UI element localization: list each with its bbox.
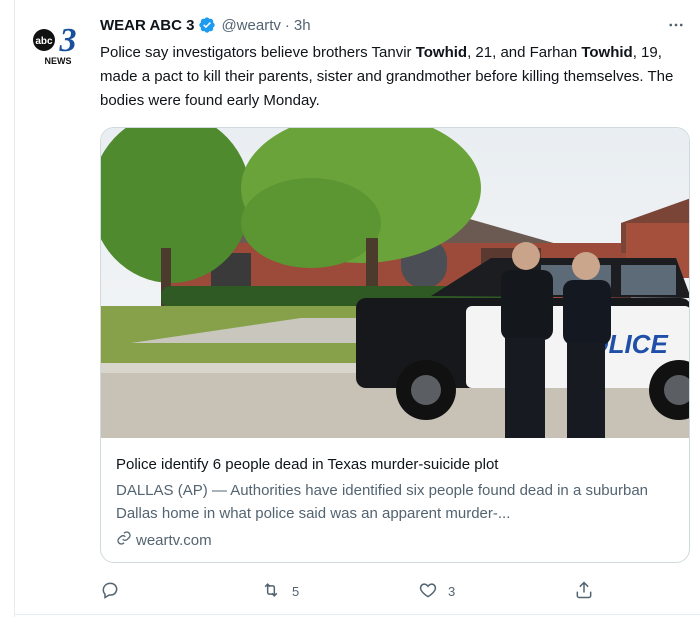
retweet-button[interactable]: 5 bbox=[260, 580, 299, 603]
svg-text:3: 3 bbox=[59, 22, 77, 59]
card-description: DALLAS (AP) — Authorities have identifie… bbox=[116, 482, 649, 522]
more-icon[interactable] bbox=[664, 13, 688, 37]
author-name[interactable]: WEAR ABC 3 bbox=[100, 17, 194, 34]
like-icon bbox=[418, 580, 438, 603]
author-handle[interactable]: @weartv bbox=[221, 17, 280, 34]
tweet-text: Police say investigators believe brother… bbox=[100, 41, 690, 113]
tweet-text-part: , 21, and Farhan bbox=[467, 44, 582, 61]
like-count: 3 bbox=[448, 584, 456, 599]
link-preview-card[interactable]: POLICE Police identify 6 people dead in … bbox=[100, 127, 690, 563]
card-title[interactable]: Police identify 6 people dead in Texas m… bbox=[116, 456, 498, 473]
card-domain-text: weartv.com bbox=[136, 531, 212, 549]
tweet-text-highlight: Towhid bbox=[581, 44, 633, 61]
tweet-header: WEAR ABC 3 @weartv · 3h bbox=[100, 13, 688, 37]
retweet-count: 5 bbox=[292, 584, 300, 599]
author-avatar[interactable]: abc 3 NEWS bbox=[30, 14, 86, 70]
card-image[interactable]: POLICE bbox=[101, 128, 689, 438]
svg-text:abc: abc bbox=[35, 36, 53, 47]
tweet-timestamp[interactable]: 3h bbox=[294, 17, 311, 34]
timeline-left-border bbox=[14, 0, 15, 617]
retweet-icon bbox=[260, 580, 282, 603]
header-separator: · bbox=[284, 16, 290, 34]
tweet-bottom-border bbox=[14, 614, 700, 615]
share-button[interactable] bbox=[574, 580, 594, 603]
tweet-actions: 5 3 bbox=[100, 580, 600, 604]
reply-icon bbox=[100, 580, 120, 603]
like-button[interactable]: 3 bbox=[418, 580, 455, 603]
tweet-text-part: Police say investigators believe brother… bbox=[100, 44, 416, 61]
share-icon bbox=[574, 580, 594, 603]
reply-button[interactable] bbox=[100, 580, 130, 603]
link-icon bbox=[116, 530, 132, 550]
svg-text:NEWS: NEWS bbox=[45, 56, 72, 66]
card-domain[interactable]: weartv.com bbox=[116, 530, 212, 550]
verified-badge-icon bbox=[198, 16, 216, 34]
tweet-text-highlight: Towhid bbox=[415, 44, 468, 61]
